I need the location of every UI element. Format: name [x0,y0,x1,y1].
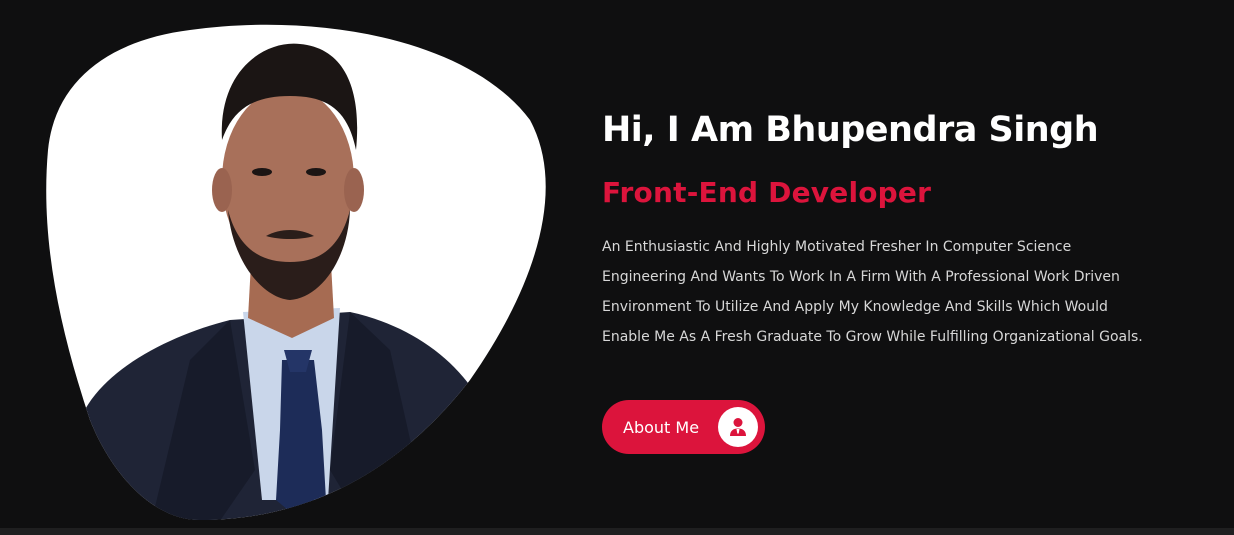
bio-paragraph: An Enthusiastic And Highly Motivated Fre… [602,239,1143,345]
about-me-label: About Me [623,417,700,437]
intro-content: Hi, I Am Bhupendra Singh Front-End Devel… [602,104,1162,352]
greeting-heading: Hi, I Am Bhupendra Singh [602,110,1099,150]
profile-photo [0,0,560,528]
hero-section: Hi, I Am Bhupendra Singh Front-End Devel… [0,0,1234,528]
role-title: Front-End Developer [602,176,932,209]
about-me-button[interactable]: About Me [602,400,765,454]
user-icon [718,407,758,447]
bottom-divider [0,528,1234,535]
